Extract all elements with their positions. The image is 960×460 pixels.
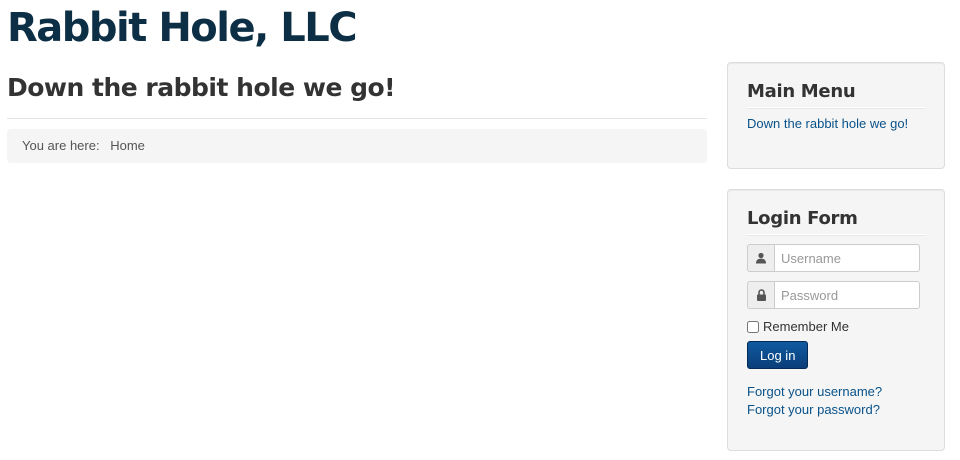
remember-me-label: Remember Me — [763, 319, 849, 334]
site-title: Rabbit Hole, LLC — [7, 5, 358, 51]
menu-item-home[interactable]: Down the rabbit hole we go! — [747, 116, 925, 131]
main-menu-module: Main Menu Down the rabbit hole we go! — [727, 62, 945, 169]
page-heading: Down the rabbit hole we go! — [7, 73, 396, 102]
lock-icon — [747, 281, 774, 309]
breadcrumb-home: Home — [110, 138, 145, 153]
breadcrumb: You are here: Home — [7, 129, 707, 163]
remember-me-checkbox[interactable] — [747, 320, 759, 333]
username-row — [747, 244, 925, 272]
divider — [7, 118, 707, 119]
forgot-username-link[interactable]: Forgot your username? — [747, 383, 925, 401]
password-input[interactable] — [774, 281, 920, 309]
password-row — [747, 281, 925, 309]
main-menu-title: Main Menu — [747, 77, 925, 108]
login-form-module: Login Form Remember Me Log in Forgot you… — [727, 189, 945, 451]
login-button[interactable]: Log in — [747, 341, 809, 369]
user-icon — [747, 244, 774, 272]
main-content: Down the rabbit hole we go! You are here… — [7, 66, 707, 163]
forgot-password-link[interactable]: Forgot your password? — [747, 401, 925, 419]
username-input[interactable] — [774, 244, 920, 272]
login-form-title: Login Form — [747, 204, 925, 235]
remember-me: Remember Me — [747, 319, 925, 334]
breadcrumb-label: You are here: — [22, 138, 100, 153]
